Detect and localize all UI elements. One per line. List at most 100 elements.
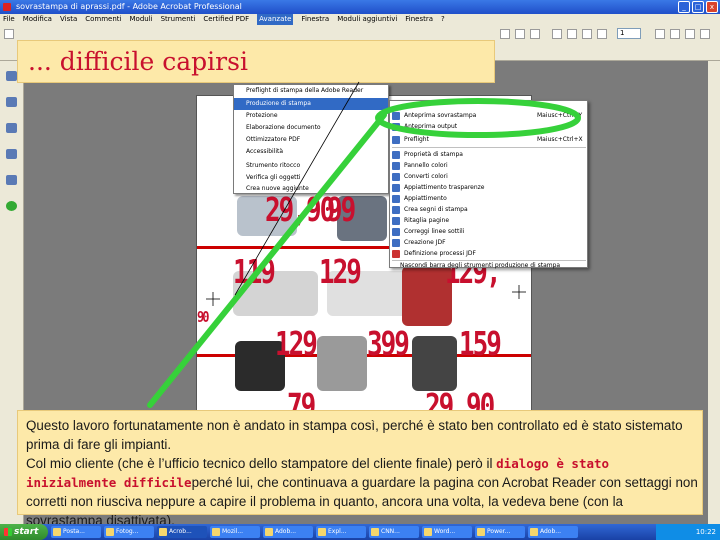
zoom-icon[interactable] — [582, 29, 592, 39]
menu-item-anteprima-sovrastampa[interactable]: Anteprima sovrastampa — [404, 111, 476, 121]
avanzate-dropdown: Preflight di stampa della Adobe Reader P… — [233, 84, 389, 194]
system-tray-clock[interactable]: 10:22 — [656, 524, 720, 540]
page-number-input[interactable]: 1 — [617, 28, 641, 39]
menu-item-produzione-stampa[interactable]: Produzione di stampa — [246, 99, 311, 109]
email-icon[interactable] — [685, 29, 695, 39]
window-controls: _ □ x — [678, 1, 718, 13]
note-paragraph-1: Questo lavoro fortunatamente non è andat… — [26, 418, 683, 452]
slide-title-box: ... difficile capirsi — [17, 40, 495, 83]
menu-bar: File Modifica Vista Commenti Moduli Stru… — [0, 14, 720, 25]
menu-moduli[interactable]: Moduli — [130, 14, 153, 25]
taskbar-item[interactable]: Word... — [422, 526, 472, 538]
page-first-icon[interactable] — [500, 29, 510, 39]
rotate-icon[interactable] — [655, 29, 665, 39]
menu-item[interactable]: Definizione processi JDF — [404, 249, 476, 259]
menu-item[interactable]: Appiattimento — [404, 194, 447, 204]
menu-item[interactable]: Ottimizzatore PDF — [246, 135, 300, 145]
back-icon[interactable] — [552, 29, 562, 39]
menu-item[interactable]: Appiattimento trasparenze — [404, 183, 484, 193]
signatures-icon[interactable] — [6, 149, 17, 159]
menu-item[interactable]: Preflight — [404, 135, 429, 145]
menu-strumenti[interactable]: Strumenti — [161, 14, 196, 25]
taskbar-item[interactable]: Fotog... — [104, 526, 154, 538]
menu-item[interactable]: Creazione JDF — [404, 238, 446, 248]
close-doc-icon[interactable] — [4, 29, 14, 39]
window-title-bar[interactable]: sovrastampa di aprassi.pdf - Adobe Acrob… — [0, 0, 720, 14]
flatten-icon — [392, 195, 400, 203]
menu-item[interactable]: Nascondi barra degli strumenti produzion… — [400, 261, 560, 271]
taskbar-item[interactable]: Power... — [475, 526, 525, 538]
menu-finestra[interactable]: Finestra — [301, 14, 329, 25]
menu-vista[interactable]: Vista — [60, 14, 77, 25]
flatten-transparency-icon — [392, 184, 400, 192]
print-properties-icon — [392, 151, 400, 159]
menu-help[interactable]: ? — [441, 14, 445, 25]
menu-finestra-2[interactable]: Finestra — [405, 14, 433, 25]
menu-item[interactable]: Pannello colori — [404, 161, 448, 171]
taskbar: start Posta... Fotog... Acrob... Mozil..… — [0, 524, 720, 540]
layers-icon[interactable] — [6, 123, 17, 133]
taskbar-item[interactable]: Adob... — [528, 526, 578, 538]
menu-certified-pdf[interactable]: Certified PDF — [203, 14, 249, 25]
menu-item[interactable]: Protezione — [246, 111, 278, 121]
note-paragraph-2: Col mio cliente (che è l’ufficio tecnico… — [26, 456, 497, 471]
menu-item[interactable]: Correggi linee sottili — [404, 227, 464, 237]
menu-item[interactable]: Crea segni di stampa — [404, 205, 468, 215]
menu-item[interactable]: Ritaglia pagine — [404, 216, 449, 226]
note-text: Questo lavoro fortunatamente non è andat… — [26, 416, 698, 530]
color-panel-icon — [392, 162, 400, 170]
menu-separator — [392, 147, 586, 148]
acrobat-app-icon — [3, 3, 11, 11]
help-icon[interactable] — [6, 201, 17, 211]
menu-moduli-aggiuntivi[interactable]: Moduli aggiuntivi — [337, 14, 397, 25]
settings-icon[interactable] — [700, 29, 710, 39]
taskbar-item-active[interactable]: Acrob... — [157, 526, 207, 538]
output-preview-icon — [392, 123, 400, 131]
pages-icon[interactable] — [6, 71, 17, 81]
bookmarks-icon[interactable] — [6, 97, 17, 107]
menu-avanzate[interactable]: Avanzate — [257, 14, 294, 25]
maximize-button[interactable]: □ — [692, 1, 704, 13]
close-button[interactable]: x — [706, 1, 718, 13]
print-icon[interactable] — [670, 29, 680, 39]
price-label: 159 — [459, 326, 502, 364]
note-box: Questo lavoro fortunatamente non è andat… — [17, 410, 703, 528]
vertical-scrollbar[interactable] — [708, 61, 720, 524]
taskbar-item[interactable]: Posta... — [51, 526, 101, 538]
menu-item[interactable]: Crea nuove aggiunte — [246, 184, 309, 194]
menu-item[interactable]: Elaborazione documento — [246, 123, 321, 133]
taskbar-item[interactable]: Expl... — [316, 526, 366, 538]
preflight-icon — [392, 136, 400, 144]
menu-item[interactable]: Anteprima output — [404, 122, 457, 132]
convert-colors-icon — [392, 173, 400, 181]
fit-page-icon[interactable] — [597, 29, 607, 39]
overprint-icon — [392, 112, 400, 120]
menu-modifica[interactable]: Modifica — [23, 14, 52, 25]
taskbar-item[interactable]: CNN... — [369, 526, 419, 538]
menu-item[interactable]: Proprietà di stampa — [404, 150, 463, 160]
product-coffee-machine — [412, 336, 457, 391]
menu-item[interactable]: Verifica gli oggetti — [246, 173, 301, 183]
jdf-icon — [392, 239, 400, 247]
menu-file[interactable]: File — [3, 14, 15, 25]
price-label: 119 — [233, 254, 276, 292]
menu-item[interactable]: Strumento ritocco — [246, 161, 300, 171]
minimize-button[interactable]: _ — [678, 1, 690, 13]
menu-shortcut: Maiusc+Ctrl+X — [537, 136, 583, 143]
menu-item[interactable]: Accessibilità — [246, 147, 283, 157]
menu-item[interactable]: Converti colori — [404, 172, 448, 182]
slide-title: ... difficile capirsi — [28, 47, 248, 76]
price-label: 99 — [327, 192, 356, 230]
menu-item[interactable]: Preflight di stampa della Adobe Reader — [246, 86, 363, 96]
menu-commenti[interactable]: Commenti — [85, 14, 121, 25]
forward-icon[interactable] — [567, 29, 577, 39]
menu-shortcut: Maiusc+Ctrl+Y — [537, 112, 583, 119]
page-next-icon[interactable] — [530, 29, 540, 39]
page-prev-icon[interactable] — [515, 29, 525, 39]
taskbar-item[interactable]: Mozil... — [210, 526, 260, 538]
tree-icon[interactable] — [6, 175, 17, 185]
start-button[interactable]: start — [0, 524, 48, 540]
print-marks-icon — [392, 206, 400, 214]
taskbar-item[interactable]: Adob... — [263, 526, 313, 538]
price-label: 129 — [275, 326, 318, 364]
